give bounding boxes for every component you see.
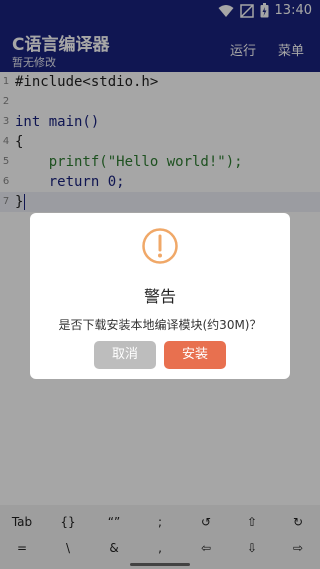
warning-dialog: 警告 是否下载安装本地编译模块(约30M)？ 取消 安装 bbox=[30, 213, 290, 379]
dialog-title: 警告 bbox=[143, 287, 176, 306]
cancel-button[interactable]: 取消 bbox=[94, 341, 156, 369]
install-button[interactable]: 安装 bbox=[164, 341, 226, 369]
warning-icon bbox=[142, 228, 178, 264]
dialog-message: 是否下载安装本地编译模块(约30M)？ bbox=[58, 318, 262, 332]
